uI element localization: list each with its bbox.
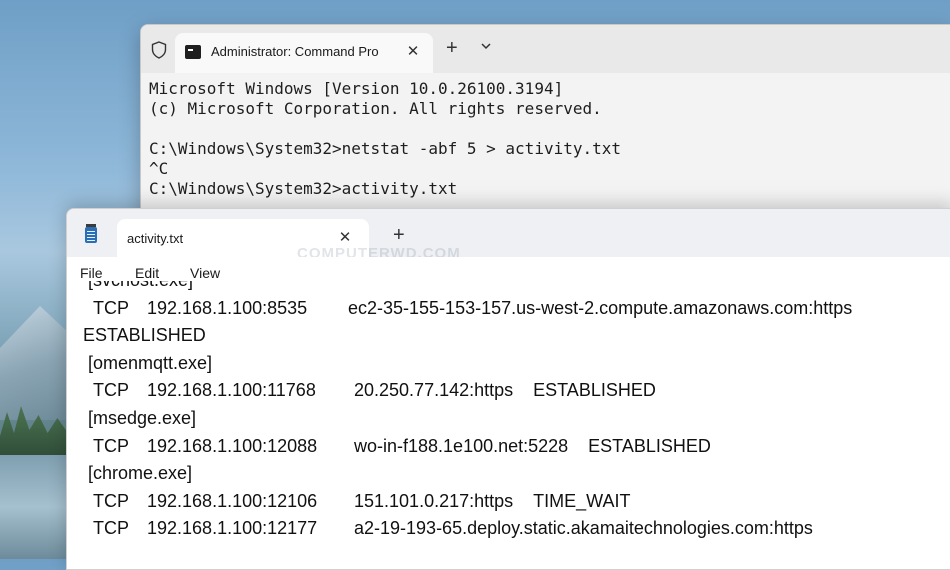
local-address: 192.168.1.100:12177 (147, 518, 318, 539)
connection-line: TCP 192.168.1.100:8535 ec2-35-155-153-157.… (67, 295, 950, 323)
protocol: TCP (93, 435, 129, 456)
close-tab-icon[interactable]: ✕ (337, 228, 353, 246)
local-address: 192.168.1.100:12088 (147, 435, 318, 456)
close-tab-icon[interactable]: ✕ (405, 42, 421, 60)
process-line: [omenmqtt.exe] (67, 350, 950, 378)
process-name: [chrome.exe] (88, 463, 193, 484)
terminal-tab-title: Administrator: Command Pro (211, 44, 379, 59)
new-tab-button[interactable]: + (446, 38, 458, 58)
connection-state: ESTABLISHED (83, 325, 206, 346)
wrapped-line: ESTABLISHED (67, 322, 950, 350)
protocol: TCP (93, 490, 129, 511)
local-address: 192.168.1.100:12106 (147, 490, 318, 511)
connection-line: TCP 192.168.1.100:11768 20.250.77.142:http… (67, 377, 950, 405)
command-prompt-icon (185, 45, 201, 59)
protocol: TCP (93, 380, 129, 401)
process-name: [svchost.exe] (88, 281, 193, 295)
new-tab-button[interactable]: + (393, 225, 405, 245)
notepad-window: activity.txt ✕ + COMPUTERWD.COM File Edi… (66, 208, 950, 570)
process-line: [svchost.exe] (67, 281, 950, 295)
connection-line: TCP 192.168.1.100:12177 a2-19-193-65.deplo… (67, 515, 950, 543)
foreign-address: 151.101.0.217:https (354, 490, 514, 511)
chevron-down-icon[interactable] (480, 40, 492, 54)
terminal-titlebar: Administrator: Command Pro ✕ + (141, 25, 950, 73)
menu-view[interactable]: View (190, 265, 220, 281)
connection-state: ESTABLISHED (533, 380, 656, 401)
terminal-tab[interactable]: Administrator: Command Pro ✕ (175, 33, 433, 73)
menu-file[interactable]: File (80, 265, 103, 281)
terminal-line: (c) Microsoft Corporation. All rights re… (149, 99, 602, 118)
notepad-tab-title: activity.txt (127, 231, 184, 246)
shield-icon[interactable] (149, 39, 169, 61)
connection-line: TCP 192.168.1.100:12106 151.101.0.217:http… (67, 488, 950, 516)
local-address: 192.168.1.100:8535 (147, 297, 308, 318)
process-line: [chrome.exe] (67, 460, 950, 488)
connection-state: TIME_WAIT (533, 490, 631, 511)
text-editor[interactable]: [svchost.exe] TCP 192.168.1.100:8535 ec2-35… (67, 281, 950, 569)
terminal-line: ^C (149, 159, 169, 178)
foreign-address: 20.250.77.142:https (354, 380, 514, 401)
foreign-address: wo-in-f188.1e100.net:5228 (354, 435, 569, 456)
terminal-line: C:\Windows\System32>activity.txt (149, 179, 458, 198)
process-name: [msedge.exe] (88, 407, 197, 428)
connection-line: TCP 192.168.1.100:12088 wo-in-f188.1e100.n… (67, 433, 950, 461)
process-line: [msedge.exe] (67, 405, 950, 433)
notepad-app-icon (85, 224, 97, 243)
local-address: 192.168.1.100:11768 (147, 380, 316, 401)
connection-state: ESTABLISHED (588, 435, 711, 456)
foreign-address: a2-19-193-65.deploy.static.akamaitechnol… (354, 518, 813, 539)
terminal-line: Microsoft Windows [Version 10.0.26100.31… (149, 79, 564, 98)
protocol: TCP (93, 518, 129, 539)
terminal-line: C:\Windows\System32>netstat -abf 5 > act… (149, 139, 622, 158)
notepad-titlebar: activity.txt ✕ + COMPUTERWD.COM (67, 209, 950, 262)
process-name: [omenmqtt.exe] (88, 352, 213, 373)
protocol: TCP (93, 297, 129, 318)
foreign-address: ec2-35-155-153-157.us-west-2.compute.ama… (348, 297, 853, 318)
menu-edit[interactable]: Edit (135, 265, 159, 281)
